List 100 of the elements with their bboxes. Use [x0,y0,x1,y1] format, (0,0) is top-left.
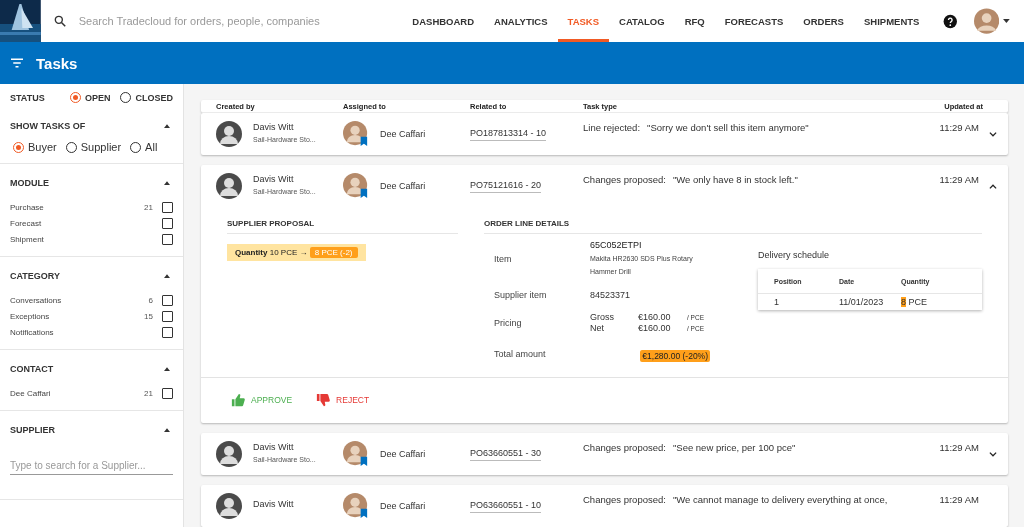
price-label: Gross [590,312,615,322]
filter-label: Exceptions [10,312,50,321]
filter-count: 6 [148,296,153,305]
collapse-icon[interactable] [164,274,170,278]
checkbox[interactable] [162,202,173,213]
filter-label: Notifications [10,328,54,337]
table-cell-text: 1 [774,297,780,307]
collapse-icon[interactable] [164,124,170,128]
help-icon[interactable] [943,13,958,29]
creator-name: Davis Witt [253,173,295,184]
task-type: Changes proposed: [583,174,666,185]
order-link[interactable]: PO63660551 - 30 [470,448,542,461]
section-title: CONTACT [10,364,54,374]
assignee-name: Dee Caffari [380,501,426,511]
task-message: "See new price, per 100 pce" [672,442,796,453]
nav-tab[interactable]: ORDERS [793,0,854,42]
field-label: Pricing [494,317,523,328]
table-cell-text: 11/01/2023 [839,297,885,307]
radio-option[interactable]: All [130,141,158,153]
nav-tab[interactable]: FORECASTS [714,0,794,42]
updated-time: 11:29 AM [939,494,979,505]
price-value: €160.00 [638,312,672,322]
task-message: "Sorry we don't sell this item anymore" [647,122,809,133]
supplier-item: 84523371 [590,290,632,300]
field-label: Total amount [494,349,547,359]
filter-label: Forecast [10,219,42,228]
caret-icon[interactable] [1003,19,1010,23]
table-cell-text: 8 PCE [901,297,929,307]
section-title: SUPPLIER PROPOSAL [227,219,458,234]
nav-tab[interactable]: ANALYTICS [484,0,558,42]
nav-tab[interactable]: SHIPMENTS [853,0,930,42]
thumbs-down-icon [316,393,331,407]
assignee-name: Dee Caffari [380,129,426,139]
order-link[interactable]: PO63660551 - 10 [470,500,542,513]
radio-option[interactable]: OPEN [69,92,111,103]
search-icon[interactable] [52,14,67,28]
section-title: SUPPLIER [10,425,55,435]
radio-option[interactable]: CLOSED [120,92,173,103]
filter-label: Shipment [10,235,44,244]
updated-time: 11:29 AM [939,442,979,453]
checkbox[interactable] [162,311,173,322]
thumbs-up-icon [231,393,245,407]
section-title: CATEGORY [10,271,60,281]
section-title: MODULE [10,178,49,188]
section-title: STATUS [10,92,45,103]
checkbox[interactable] [162,327,173,338]
quantity-change: Quantity 10 PCE → 8 PCE (-2) [227,244,366,261]
checkbox[interactable] [162,388,173,399]
checkbox[interactable] [162,218,173,229]
nav-tab[interactable]: DASHBOARD [402,0,485,42]
collapse-icon[interactable] [164,367,170,371]
search-field[interactable]: Search Tradecloud for orders, people, companies [76,14,401,28]
schedule-title: Delivery schedule [758,250,830,260]
field-label: Supplier item [494,290,548,300]
section-title: ORDER LINE DETAILS [484,219,982,234]
filter-label: Conversations [10,296,62,305]
avatar-icon [343,441,369,467]
item-code: 65C052ETPI [590,240,643,250]
expand-icon[interactable] [989,131,997,137]
assignee-name: Dee Caffari [380,449,426,459]
filter-icon[interactable] [11,58,23,68]
section-title: SHOW TASKS OF [10,121,86,131]
filter-count: 21 [144,203,153,212]
nav-tab[interactable]: CATALOG [609,0,675,42]
price-value: €160.00 [638,323,672,333]
price-label: Net [590,323,605,333]
filter-label: Dee Caffari [10,389,51,398]
task-type: Changes proposed: [583,442,666,453]
avatar-icon [343,493,369,519]
total-amount: €1,280.00 (-20%) [640,350,710,362]
avatar-icon [216,493,242,519]
updated-time: 11:29 AM [939,174,979,185]
collapse-icon[interactable] [164,428,170,432]
assignee-name: Dee Caffari [380,181,426,191]
checkbox[interactable] [162,234,173,245]
creator-name: Davis Witt [253,499,294,509]
field-label: Item [494,254,513,264]
task-type: Line rejected: [583,122,641,133]
updated-time: 11:29 AM [939,122,979,133]
collapse-icon[interactable] [989,183,997,189]
avatar-icon [343,173,369,199]
reject-button[interactable]: REJECT [316,391,370,409]
avatar-icon [216,441,242,467]
checkbox[interactable] [162,295,173,306]
task-message: "We only have 8 in stock left." [672,174,798,185]
creator-name: Davis Witt [253,121,295,132]
radio-option[interactable]: Supplier [65,141,122,153]
avatar-icon [343,121,369,147]
expand-icon[interactable] [989,451,997,457]
collapse-icon[interactable] [164,181,170,185]
page-title: Tasks [36,54,78,72]
avatar-icon [216,121,242,147]
task-type: Changes proposed: [583,494,666,505]
avatar-icon [216,173,242,199]
order-link[interactable]: PO75121616 - 20 [470,180,542,193]
nav-tab[interactable]: RFQ [674,0,715,42]
radio-option[interactable]: Buyer [13,141,57,153]
order-link[interactable]: PO187813314 - 10 [470,128,547,141]
filter-count: 21 [144,389,153,398]
filter-label: Purchase [10,203,44,212]
